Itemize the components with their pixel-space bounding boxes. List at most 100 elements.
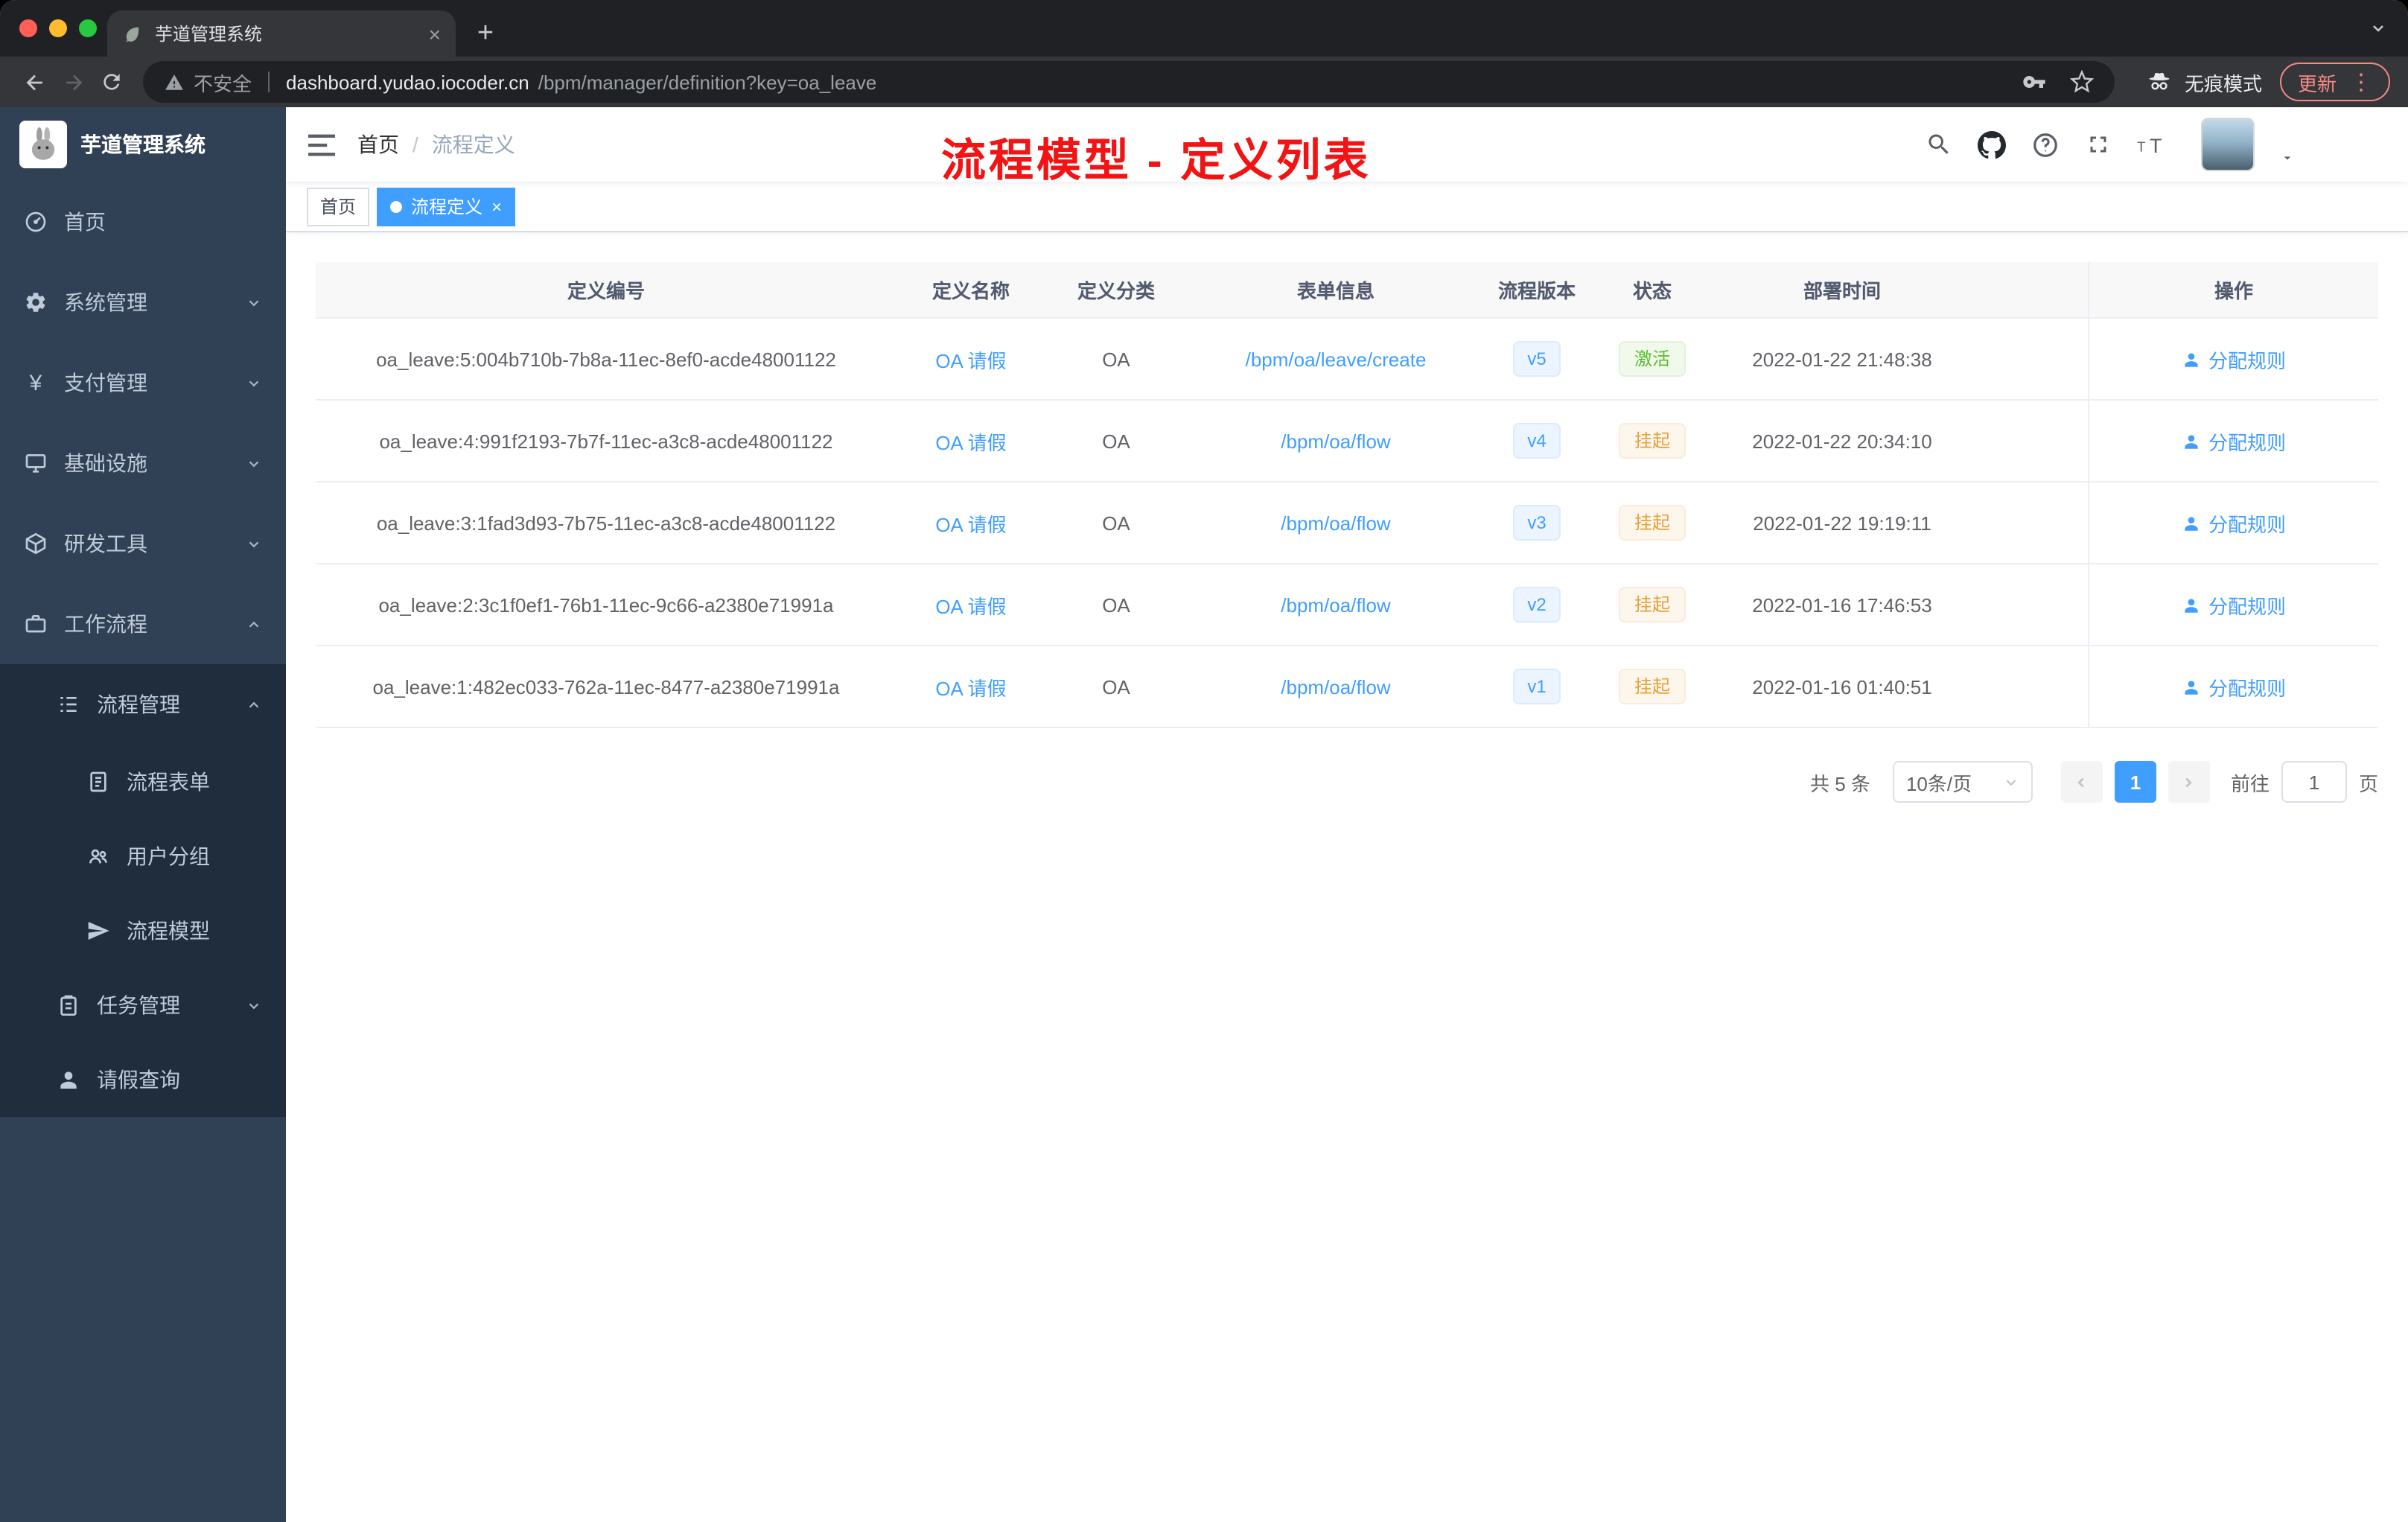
sidebar-item-leave-query[interactable]: 请假查询 (0, 1042, 286, 1117)
definition-category: OA (1102, 593, 1130, 616)
address-divider (268, 71, 270, 92)
browser-toolbar: 不安全 dashboard.yudao.iocoder.cn/bpm/manag… (0, 57, 2408, 107)
bookmark-star-icon[interactable] (2069, 70, 2094, 94)
version-badge: v3 (1512, 505, 1561, 541)
tag-process-definition[interactable]: 流程定义 × (377, 187, 516, 226)
form-info-link[interactable]: /bpm/oa/flow (1281, 430, 1390, 452)
sidebar-item-label: 请假查询 (97, 1068, 180, 1092)
tag-home[interactable]: 首页 (307, 187, 370, 226)
briefcase-icon (25, 615, 46, 633)
url-path: /bpm/manager/definition?key=oa_leave (538, 71, 877, 93)
workflow-submenu: 流程管理 流程表单 用户分组 流程模型 任务管理 请假查询 (0, 664, 286, 1117)
breadcrumb: 首页 / 流程定义 (357, 130, 515, 159)
person-icon (2185, 434, 2198, 448)
assign-rule-button[interactable]: 分配规则 (2182, 509, 2286, 537)
sidebar-item-process-forms[interactable]: 流程表单 (0, 745, 286, 819)
forward-button[interactable] (54, 63, 92, 101)
browser-menu-dots-icon[interactable]: ⋮ (2350, 71, 2372, 93)
prev-page-button[interactable] (2060, 761, 2103, 803)
maximize-window-button[interactable] (79, 19, 97, 37)
sidebar-toggle-hamburger-icon[interactable] (286, 133, 357, 156)
goto-page-input[interactable] (2281, 761, 2347, 803)
sidebar-item-workflow[interactable]: 工作流程 (0, 584, 286, 664)
address-bar[interactable]: 不安全 dashboard.yudao.iocoder.cn/bpm/manag… (143, 61, 2115, 103)
assign-rule-button[interactable]: 分配规则 (2182, 672, 2286, 701)
next-page-button[interactable] (2167, 761, 2210, 803)
sidebar-item-process-models[interactable]: 流程模型 (0, 894, 286, 968)
page-number-button[interactable]: 1 (2114, 761, 2156, 803)
tab-search-chevron-icon[interactable] (2369, 19, 2387, 37)
total-count-label: 共 5 条 (1810, 772, 1870, 795)
person-icon (2185, 680, 2198, 694)
avatar-caret-down-icon[interactable] (2280, 150, 2295, 165)
form-info-link[interactable]: /bpm/oa/flow (1281, 675, 1390, 698)
update-label: 更新 (2297, 72, 2337, 95)
definition-name-link[interactable]: OA 请假 (935, 431, 1006, 453)
browser-window: 芋道管理系统 × + 不安全 dashboard.yudao.iocoder.c… (0, 0, 2408, 1522)
minimize-window-button[interactable] (49, 19, 67, 37)
new-tab-button[interactable]: + (465, 15, 506, 54)
table-row: oa_leave:4:991f2193-7b7f-11ec-a3c8-acde4… (316, 401, 2378, 483)
back-button[interactable] (15, 63, 54, 101)
tab-close-icon[interactable]: × (429, 23, 441, 44)
column-header: 操作 (2088, 262, 2378, 317)
tag-label: 流程定义 (411, 197, 483, 217)
sidebar-item-dev-tools[interactable]: 研发工具 (0, 503, 286, 584)
incognito-label: 无痕模式 (2184, 72, 2262, 95)
users-icon (89, 849, 107, 864)
sidebar-item-user-groups[interactable]: 用户分组 (0, 819, 286, 894)
sidebar-item-home[interactable]: 首页 (0, 182, 286, 262)
search-icon[interactable] (1926, 131, 1952, 158)
browser-update-chip[interactable]: 更新 ⋮ (2279, 63, 2390, 101)
definition-name-link[interactable]: OA 请假 (935, 513, 1006, 535)
assign-rule-button[interactable]: 分配规则 (2182, 427, 2286, 455)
top-navbar: 首页 / 流程定义 流程模型 - 定义列表 TT (286, 107, 2408, 186)
tab-favicon-icon (125, 26, 139, 42)
form-info-link[interactable]: /bpm/oa/flow (1281, 512, 1390, 534)
column-header: 定义编号 (567, 280, 645, 302)
chevron-left-icon (2078, 777, 2085, 787)
version-badge: v4 (1512, 423, 1561, 459)
help-question-icon[interactable] (2031, 130, 2060, 159)
chevron-up-icon (246, 616, 262, 632)
definition-name-link[interactable]: OA 请假 (935, 595, 1006, 617)
definition-id: oa_leave:4:991f2193-7b7f-11ec-a3c8-acde4… (379, 430, 833, 452)
dashboard-icon (25, 211, 46, 232)
assign-rule-button[interactable]: 分配规则 (2182, 590, 2286, 619)
definition-name-link[interactable]: OA 请假 (935, 677, 1006, 699)
page-unit-label: 页 (2358, 772, 2378, 795)
page-content: 定义编号 定义名称 定义分类 表单信息 流程版本 状态 部署时间 操作 oa_l… (286, 232, 2408, 1492)
window-controls (19, 19, 97, 37)
definition-id: oa_leave:3:1fad3d93-7b75-11ec-a3c8-acde4… (376, 512, 836, 534)
definition-name-link[interactable]: OA 请假 (935, 349, 1006, 372)
sidebar-item-process-management[interactable]: 流程管理 (0, 664, 286, 745)
active-tag-dot (390, 200, 403, 212)
breadcrumb-home[interactable]: 首页 (357, 130, 399, 159)
main-area: 首页 / 流程定义 流程模型 - 定义列表 TT 首页 流程定义 × 定义编号 … (286, 107, 2408, 1492)
clipboard-icon (60, 995, 77, 1016)
sidebar-logo[interactable]: 芋道管理系统 (0, 107, 286, 182)
assign-rule-button[interactable]: 分配规则 (2182, 345, 2286, 373)
sidebar-item-label: 流程模型 (127, 919, 210, 943)
sidebar-item-system[interactable]: 系统管理 (0, 262, 286, 343)
table-row: oa_leave:2:3c1f0ef1-76b1-11ec-9c66-a2380… (316, 564, 2378, 646)
sidebar-item-payment[interactable]: ¥ 支付管理 (0, 343, 286, 423)
page-size-select[interactable]: 10条/页 (1892, 761, 2033, 803)
close-window-button[interactable] (19, 19, 37, 37)
status-badge: 挂起 (1619, 423, 1685, 459)
user-avatar[interactable] (2201, 118, 2255, 171)
sidebar-item-task-management[interactable]: 任务管理 (0, 968, 286, 1042)
form-info-link[interactable]: /bpm/oa/flow (1281, 593, 1390, 616)
github-icon[interactable] (1978, 130, 2006, 159)
status-badge: 挂起 (1619, 505, 1685, 541)
browser-tab[interactable]: 芋道管理系统 × (107, 10, 456, 57)
tag-close-icon[interactable]: × (491, 197, 502, 215)
saved-passwords-key-icon[interactable] (2022, 70, 2046, 94)
font-size-icon[interactable]: TT (2137, 132, 2170, 157)
sidebar-item-infrastructure[interactable]: 基础设施 (0, 423, 286, 503)
form-info-link[interactable]: /bpm/oa/leave/create (1246, 348, 1427, 370)
reload-button[interactable] (92, 63, 131, 101)
table-row: oa_leave:1:482ec033-762a-11ec-8477-a2380… (316, 646, 2378, 728)
fullscreen-icon[interactable] (2085, 131, 2112, 158)
svg-text:T: T (2137, 138, 2145, 153)
